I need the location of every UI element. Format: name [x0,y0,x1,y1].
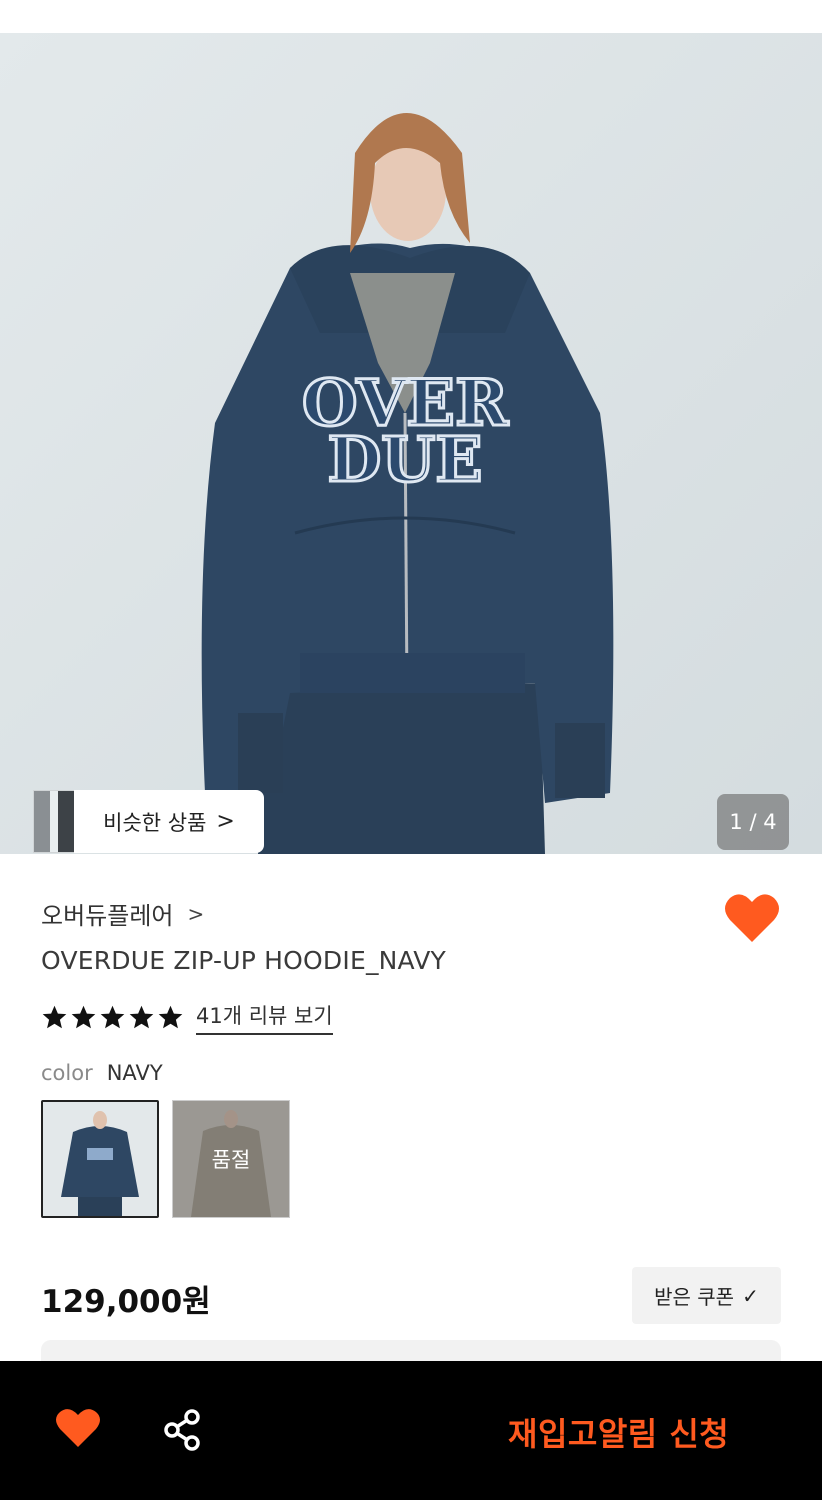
color-swatch-navy[interactable] [41,1100,159,1218]
star-icon [42,1005,67,1029]
similar-products-label: 비슷한 상품 [103,810,207,835]
similar-products-widget[interactable]: 비슷한 상품 > [33,790,264,853]
received-coupon-button[interactable]: 받은 쿠폰 ✓ [632,1267,781,1324]
swatch-thumbnail [43,1102,157,1216]
color-label: color [41,1061,93,1085]
bottom-action-bar: 재입고알림 신청 [0,1361,822,1500]
review-link[interactable]: 41개 리뷰 보기 [196,1000,333,1035]
restock-alert-button[interactable]: 재입고알림 신청 [508,1409,729,1455]
soldout-label: 품절 [211,1148,251,1172]
product-price: 129,000원 [41,1284,211,1320]
coupon-label: 받은 쿠폰 [654,1285,735,1309]
similar-product-thumbnail[interactable] [33,790,75,853]
soldout-overlay: 품절 [173,1101,289,1217]
star-rating [41,1004,184,1031]
similar-products-button[interactable]: 비슷한 상품 > [74,790,264,853]
brand-name: 오버듀플레어 [41,902,174,930]
chevron-right-icon: > [216,809,235,834]
product-photo: OVER DUE [0,33,822,854]
star-icon [158,1005,183,1029]
product-image-gallery[interactable]: OVER DUE 비슷한 상품 > 1 / 4 [0,33,822,854]
rating-row: 41개 리뷰 보기 [41,1000,333,1035]
brand-link[interactable]: 오버듀플레어 > [41,896,204,931]
image-pager-indicator: 1 / 4 [717,794,789,850]
heart-icon[interactable] [55,1407,101,1449]
chevron-right-icon: > [187,901,205,926]
hoodie-print-bottom: DUE [327,423,482,496]
star-icon [100,1005,125,1029]
color-selector-label: color NAVY [41,1061,163,1085]
wishlist-heart-icon[interactable] [724,892,780,944]
product-name: OVERDUE ZIP-UP HOODIE_NAVY [41,946,447,975]
status-area [0,0,822,33]
color-swatch-soldout[interactable]: 품절 [172,1100,290,1218]
share-icon[interactable] [162,1409,202,1451]
star-icon [129,1005,154,1029]
check-icon: ✓ [742,1283,759,1308]
star-icon [71,1005,96,1029]
color-value: NAVY [106,1061,163,1085]
